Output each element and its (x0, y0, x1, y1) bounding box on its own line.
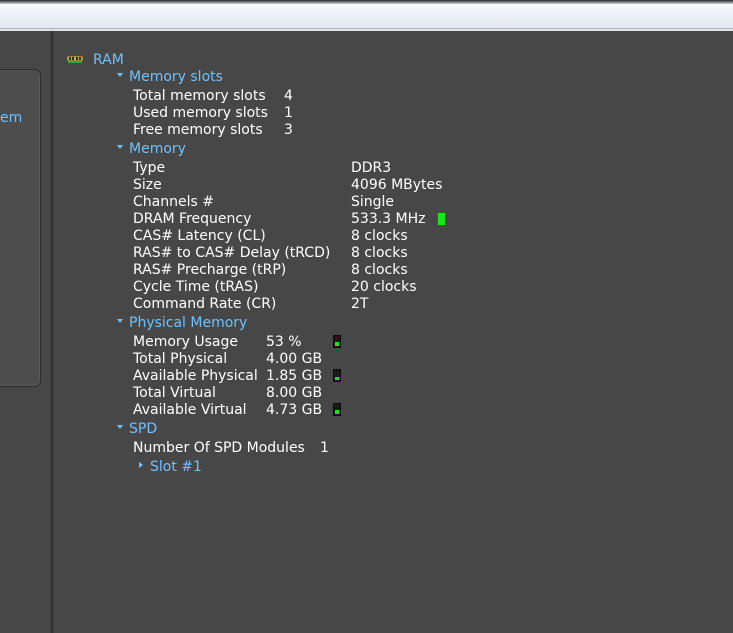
section-label: Physical Memory (129, 315, 248, 331)
row-value: 533.3 MHz (351, 211, 426, 227)
ram-module-icon (67, 55, 83, 63)
row-label: Available Physical (133, 368, 258, 384)
row-label: Size (133, 177, 162, 193)
expand-arrow-icon[interactable] (117, 425, 123, 429)
tree-node-memory[interactable]: Memory (117, 141, 186, 157)
row-label: Type (133, 160, 166, 176)
row-label: Available Virtual (133, 402, 247, 418)
row-label: Total Virtual (133, 385, 216, 401)
row-label: Command Rate (CR) (133, 296, 277, 312)
tree-node-memory-slots[interactable]: Memory slots (117, 69, 223, 85)
row-label: Used memory slots (133, 105, 268, 121)
tree-node-slot-1[interactable]: Slot #1 (139, 459, 202, 475)
tree-view: RAM Memory slots Total memory slots 4 Us… (54, 31, 733, 633)
expand-arrow-icon[interactable] (117, 73, 123, 77)
row-label: CAS# Latency (CL) (133, 228, 266, 244)
row-value: 53 % (266, 334, 302, 350)
section-label: Memory (129, 141, 186, 157)
row-label: RAS# Precharge (tRP) (133, 262, 287, 278)
row-value: 4 (284, 88, 293, 104)
row-label: Total memory slots (133, 88, 266, 104)
row-label: DRAM Frequency (133, 211, 252, 227)
row-value: 1.85 GB (266, 368, 323, 384)
row-label: Memory Usage (133, 334, 239, 350)
usage-gauge (333, 335, 341, 348)
section-label: SPD (129, 421, 158, 437)
row-label: Cycle Time (tRAS) (133, 279, 259, 295)
row-value: 8 clocks (351, 245, 408, 261)
row-label: Free memory slots (133, 122, 263, 138)
title-bar (0, 4, 733, 29)
gauge-fill (335, 409, 339, 414)
gauge-fill (335, 342, 339, 346)
row-label: Total Physical (133, 351, 228, 367)
row-value: 2T (351, 296, 369, 312)
row-value: 1 (320, 440, 329, 456)
row-label: RAS# to CAS# Delay (tRCD) (133, 245, 331, 261)
left-panel-item[interactable]: em (0, 110, 22, 126)
row-label: Channels # (133, 194, 214, 210)
row-value: 1 (284, 105, 293, 121)
section-label: Slot #1 (150, 459, 202, 475)
usage-gauge (333, 403, 341, 416)
expand-arrow-icon[interactable] (117, 319, 123, 323)
expand-arrow-icon[interactable] (117, 145, 123, 149)
row-value: 8 clocks (351, 228, 408, 244)
row-value: DDR3 (351, 160, 392, 176)
collapsed-arrow-icon[interactable] (139, 462, 143, 468)
row-value: Single (351, 194, 395, 210)
row-value: 20 clocks (351, 279, 417, 295)
row-value: 4096 MBytes (351, 177, 443, 193)
gauge-fill (335, 376, 339, 380)
frequency-indicator (437, 212, 446, 226)
tree-node-ram[interactable]: RAM (93, 52, 124, 68)
row-value: 4.00 GB (266, 351, 323, 367)
row-value: 3 (284, 122, 293, 138)
row-value: 4.73 GB (266, 402, 323, 418)
row-label: Number Of SPD Modules (133, 440, 305, 456)
row-value: 8.00 GB (266, 385, 323, 401)
usage-gauge (333, 369, 341, 382)
section-label: Memory slots (129, 69, 223, 85)
row-value: 8 clocks (351, 262, 408, 278)
left-pane: em (0, 31, 50, 633)
tree-node-physical-memory[interactable]: Physical Memory (117, 315, 247, 331)
tree-node-spd[interactable]: SPD (117, 421, 157, 437)
